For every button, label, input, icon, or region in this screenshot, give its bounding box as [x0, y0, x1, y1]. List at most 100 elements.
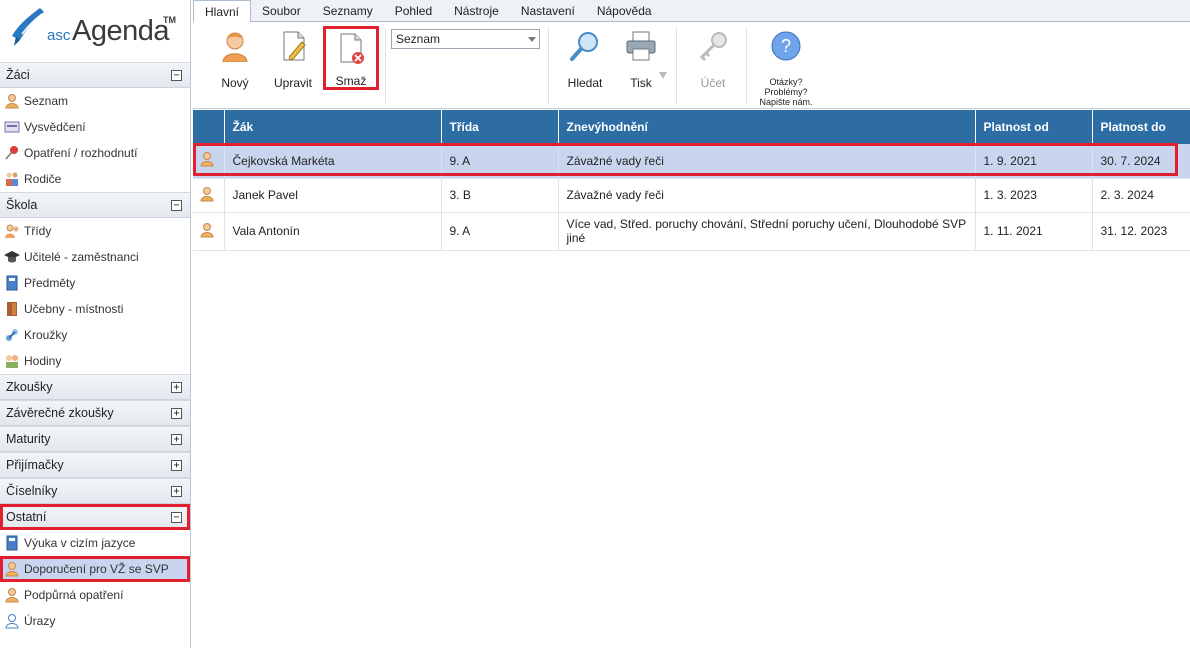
sidebar-item-seznam[interactable]: Seznam: [0, 88, 190, 114]
section-maturity[interactable]: Maturity +: [0, 426, 190, 452]
sidebar-item-hodiny[interactable]: Hodiny: [0, 348, 190, 374]
section-title: Závěrečné zkoušky: [6, 406, 114, 420]
column-header-platnost-od[interactable]: Platnost od: [975, 110, 1093, 144]
view-select[interactable]: Seznam: [391, 29, 540, 49]
tab-hlavni[interactable]: Hlavní: [193, 0, 252, 23]
disadvantage-line: jiné: [566, 231, 586, 245]
tab-seznamy[interactable]: Seznamy: [312, 0, 384, 22]
logo-prefix: asc: [47, 27, 71, 44]
tab-nastaveni[interactable]: Nastavení: [510, 0, 586, 22]
records-grid: Žák Třída Znevýhodnění Platnost od Platn…: [193, 110, 1190, 251]
sidebar-item-vyuka-cizi-jazyk[interactable]: Výuka v cizím jazyce: [0, 530, 190, 556]
edit-label: Upravit: [273, 76, 312, 90]
tab-pohled[interactable]: Pohled: [384, 0, 443, 22]
expand-toggle[interactable]: +: [171, 382, 182, 393]
sidebar-item-label: Seznam: [24, 94, 69, 108]
sidebar-item-predmety[interactable]: Předměty: [0, 270, 190, 296]
sidebar-item-label: Učebny - místnosti: [24, 302, 124, 316]
edit-button[interactable]: Upravit: [271, 30, 315, 90]
student-icon: [200, 186, 214, 201]
section-ciselniky[interactable]: Číselníky +: [0, 478, 190, 504]
section-title: Žáci: [6, 68, 30, 82]
section-ostatni[interactable]: Ostatní −: [0, 504, 190, 530]
app-logo: asc Agenda TM: [0, 0, 190, 62]
expand-toggle[interactable]: +: [171, 460, 182, 471]
sidebar-item-doporuceni-svp[interactable]: Doporučení pro VŽ se SVP: [0, 556, 190, 582]
print-dropdown-icon[interactable]: [659, 72, 667, 79]
sidebar-item-vysvedceni[interactable]: Vysvědčení: [0, 114, 190, 140]
door-icon: [4, 301, 20, 317]
student-icon: [4, 587, 20, 603]
class-icon: [4, 223, 20, 239]
edit-document-icon: [283, 31, 306, 61]
cell-class: 3. B: [441, 178, 559, 213]
menu-tabs: Hlavní Soubor Seznamy Pohled Nástroje Na…: [193, 0, 1190, 23]
collapse-toggle[interactable]: −: [171, 70, 182, 81]
column-header-icon[interactable]: [193, 110, 225, 144]
cell-to: 2. 3. 2024: [1092, 178, 1190, 213]
section-zaverecne-zkousky[interactable]: Závěrečné zkoušky +: [0, 400, 190, 426]
collapse-toggle[interactable]: −: [171, 200, 182, 211]
table-row[interactable]: Vala Antonín 9. A Více vad, Střed. poruc…: [193, 212, 1190, 251]
cell-disadvantage: Více vad, Střed. poruchy chování, Středn…: [558, 212, 976, 251]
logo-name: Agenda: [72, 15, 170, 47]
sidebar-item-rodice[interactable]: Rodiče: [0, 166, 190, 192]
sidebar-item-krouzky[interactable]: Kroužky: [0, 322, 190, 348]
account-button[interactable]: Účet: [691, 30, 735, 90]
sidebar-item-label: Předměty: [24, 276, 76, 290]
row-icon-cell: [193, 178, 225, 213]
tab-nastroje[interactable]: Nástroje: [443, 0, 510, 22]
sidebar-item-label: Rodiče: [24, 172, 62, 186]
column-header-trida[interactable]: Třída: [441, 110, 559, 144]
ribbon-separator: [746, 28, 747, 103]
column-header-zak[interactable]: Žák: [224, 110, 442, 144]
expand-toggle[interactable]: +: [171, 486, 182, 497]
section-zaci[interactable]: Žáci −: [0, 62, 190, 88]
print-button[interactable]: Tisk: [621, 30, 661, 90]
ribbon-separator: [548, 28, 549, 103]
tab-soubor[interactable]: Soubor: [251, 0, 312, 22]
cell-name: Čejkovská Markéta: [224, 144, 442, 179]
parents-icon: [4, 171, 20, 187]
new-button[interactable]: Nový: [215, 30, 255, 90]
collapse-toggle[interactable]: −: [171, 512, 182, 523]
records-table: Žák Třída Znevýhodnění Platnost od Platn…: [193, 110, 1190, 251]
expand-toggle[interactable]: +: [171, 434, 182, 445]
sidebar-item-label: Doporučení pro VŽ se SVP: [24, 562, 169, 576]
new-person-icon: [222, 32, 248, 62]
section-prijimacky[interactable]: Přijímačky +: [0, 452, 190, 478]
search-label: Hledat: [567, 76, 603, 90]
help-button[interactable]: ? Otázky? Problémy? Napište nám.: [755, 30, 817, 107]
tab-napoveda[interactable]: Nápověda: [586, 0, 663, 22]
new-label: Nový: [221, 76, 249, 90]
view-select-value: Seznam: [396, 32, 441, 46]
section-title: Číselníky: [6, 484, 58, 498]
sidebar-item-urazy[interactable]: Úrazy: [0, 608, 190, 634]
expand-toggle[interactable]: +: [171, 408, 182, 419]
delete-button[interactable]: Smaž: [323, 26, 379, 90]
table-row[interactable]: Janek Pavel 3. B Závažné vady řeči 1. 3.…: [193, 178, 1190, 213]
section-zkousky[interactable]: Zkoušky +: [0, 374, 190, 400]
sidebar-item-podpurna-opatreni[interactable]: Podpůrná opatření: [0, 582, 190, 608]
help-line: Otázky?: [769, 77, 803, 87]
section-skola[interactable]: Škola −: [0, 192, 190, 218]
sidebar-item-tridy[interactable]: Třídy: [0, 218, 190, 244]
student-icon: [4, 93, 20, 109]
sidebar-item-ucitele[interactable]: Učitelé - zaměstnanci: [0, 244, 190, 270]
sidebar-item-label: Hodiny: [24, 354, 62, 368]
table-row[interactable]: Čejkovská Markéta 9. A Závažné vady řeči…: [193, 144, 1190, 179]
pen-logo-icon: [12, 8, 44, 46]
column-header-platnost-do[interactable]: Platnost do: [1092, 110, 1190, 144]
section-title: Škola: [6, 198, 38, 212]
cell-name: Janek Pavel: [224, 178, 442, 213]
search-button[interactable]: Hledat: [563, 30, 607, 90]
chevron-down-icon[interactable]: [528, 37, 536, 42]
column-header-znevyhodneni[interactable]: Znevýhodnění: [558, 110, 976, 144]
sidebar-item-opatreni[interactable]: Opatření / rozhodnutí: [0, 140, 190, 166]
sidebar-item-ucebny[interactable]: Učebny - místnosti: [0, 296, 190, 322]
account-label: Účet: [700, 76, 726, 90]
sidebar-item-label: Podpůrná opatření: [24, 588, 124, 602]
section-title: Ostatní: [6, 510, 47, 524]
disadvantage-line: Více vad, Střed. poruchy chování, Středn…: [566, 217, 967, 231]
section-title: Zkoušky: [6, 380, 53, 394]
